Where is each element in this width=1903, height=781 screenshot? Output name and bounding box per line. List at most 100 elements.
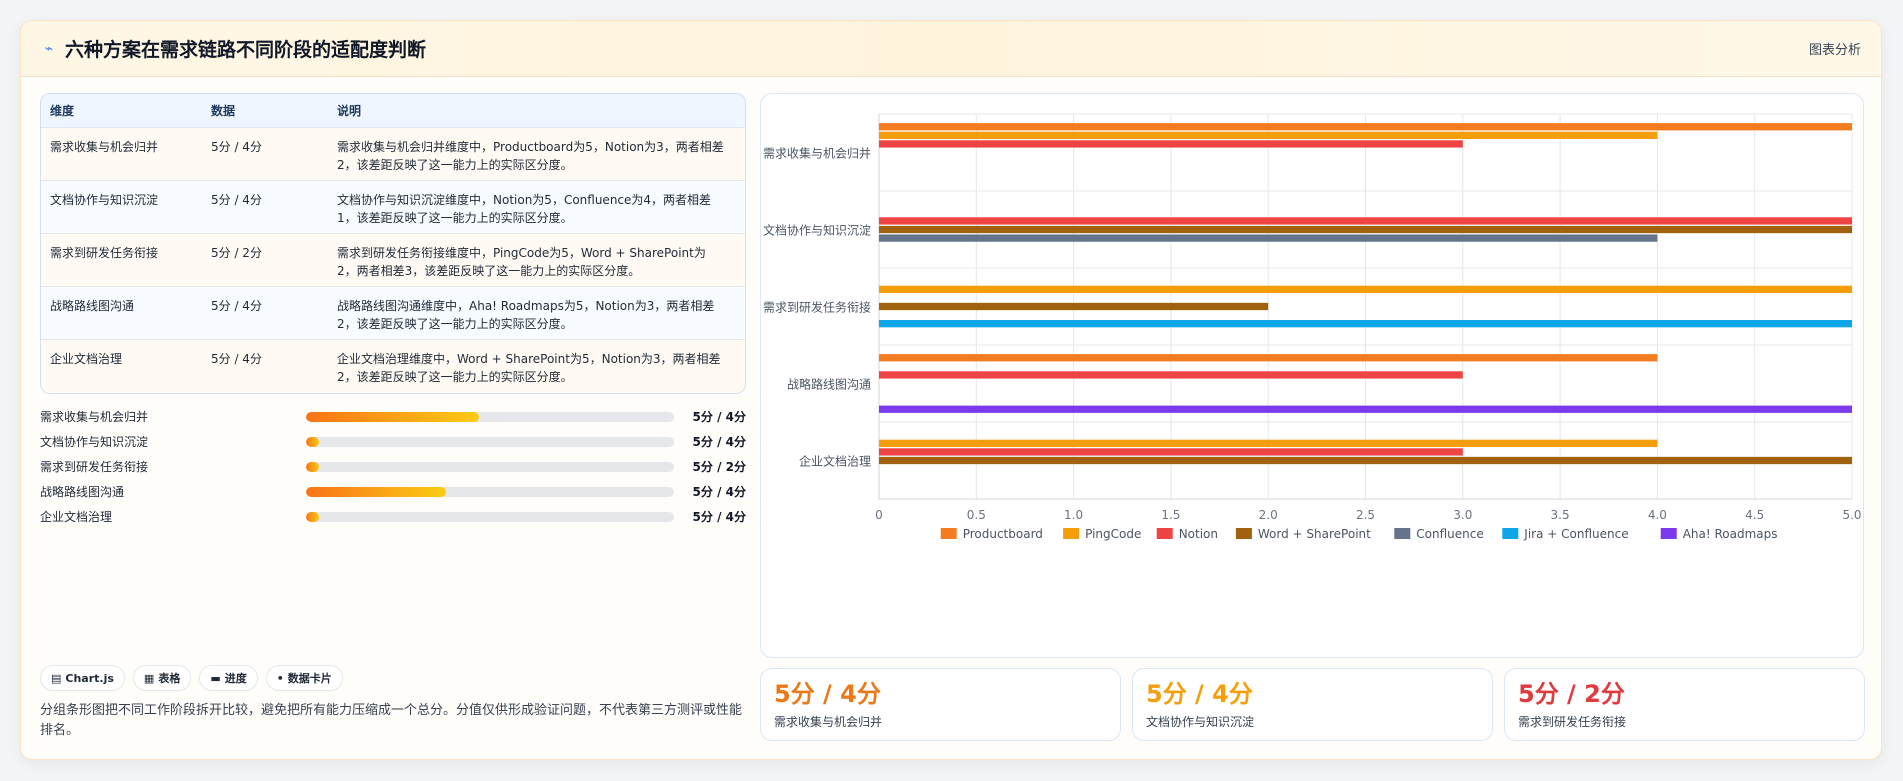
progress-track [306,511,674,522]
row-dimension: 需求收集与机会归并 [50,140,159,154]
progress-fill [306,411,479,422]
bar-chart-svg: 0 0.5 1.0 1.5 2.0 2.5 3.0 3.5 4.0 4.5 5.0 需求收集与机会归并… [763,113,1862,541]
col-description: 说明 [337,103,362,118]
legend-swatch [1235,528,1252,539]
row-data: 5分 / 4分 [211,299,262,313]
progress-list: 需求收集与机会归并 5分 / 4分 文档协作与知识沉淀 5分 / 4分 需求到研发任务衔… [40,404,746,529]
bar [879,217,1852,225]
x-tick-label: 5.0 [1842,508,1861,522]
progress-label: 文档协作与知识沉淀 [40,435,149,449]
progress-track [306,461,674,472]
data-table: 维度 数据 说明 需求收集与机会归并 5分 / 4分 需求收集与机会归并维度中，Pr… [40,93,746,394]
stat-value: 5分 / 4分 [774,680,881,708]
chart-icon: ▤ [51,671,62,685]
bar [879,354,1658,362]
stat-card: 5分 / 4分文档协作与知识沉淀 [1132,668,1493,741]
progress-row: 企业文档治理 5分 / 4分 [40,504,746,529]
bar-chart: 0 0.5 1.0 1.5 2.0 2.5 3.0 3.5 4.0 4.5 5.0 需求收集与机会归并… [760,93,1864,658]
tag-chip[interactable]: ▦ 表格 [132,665,192,691]
chip-label: Chart.js [65,671,114,685]
row-description: 企业文档治理维度中，Word + SharePoint为5，Notion为3，两… [337,352,721,384]
stat-value: 5分 / 4分 [1146,680,1253,708]
progress-value: 5分 / 4分 [692,510,746,524]
bar [879,123,1852,131]
progress-fill [306,511,319,522]
row-dimension: 企业文档治理 [50,352,123,366]
y-tick-label: 文档协作与知识沉淀 [763,223,871,238]
legend-label: Notion [1179,527,1218,541]
bar [879,302,1269,311]
row-dimension: 文档协作与知识沉淀 [50,193,159,207]
tag-chip[interactable]: ▤ Chart.js [40,665,125,691]
x-tick-label: 0.5 [967,508,986,522]
col-data: 数据 [211,104,236,118]
bar [879,285,1852,293]
tag-chip[interactable]: • 数据卡片 [265,665,343,691]
stat-cards: 5分 / 4分 需求收集与机会归并 5分 / 4分 文档协作与知识沉淀 5分 / 2分需… [760,668,1865,741]
stat-card: 5分 / 2分需求到研发任务衔接 [1504,668,1865,741]
row-data: 5分 / 4分 [211,193,262,207]
progress-row: 战略路线图沟通 5分 / 4分 [40,479,746,504]
progress-value: 5分 / 4分 [692,435,746,449]
progress-label: 需求到研发任务衔接 [40,460,149,474]
legend-label: Confluence [1416,527,1483,541]
x-tick-label: 4.5 [1745,508,1764,522]
legend-label: Jira + Confluence [1523,527,1628,541]
legend-swatch [1156,528,1173,539]
progress-fill [306,461,319,472]
row-description: 文档协作与知识沉淀维度中，Notion为5，Confluence为4，两者相差1… [337,193,712,225]
x-tick-label: 2.0 [1259,508,1278,522]
bar [879,140,1463,148]
stat-card: 5分 / 4分需求收集与机会归并 [760,668,1121,741]
x-tick-label: 0 [875,508,883,522]
left-panel: 维度 数据 说明 需求收集与机会归并 5分 / 4分 需求收集与机会归并维度中，Pr… [40,93,746,529]
progress-icon: ▬ [210,671,221,685]
y-tick-label: 需求收集与机会归并 [763,146,871,161]
progress-value: 5分 / 4分 [692,410,746,424]
progress-row: 需求到研发任务衔接 5分 / 2分 [40,454,746,479]
progress-fill [306,486,446,497]
tag-chips: ▤ Chart.js ▦ 表格 ▬ 进度 • 数据卡片 [40,665,343,691]
row-data: 5分 / 4分 [211,140,262,154]
legend-swatch [940,528,957,539]
chart-analysis-link[interactable]: 图表分析 [1809,39,1861,58]
stat-value: 5分 / 2分 [1518,680,1625,708]
card-icon: • [276,671,284,685]
legend-swatch [1660,528,1677,539]
progress-track [306,436,674,447]
progress-row: 文档协作与知识沉淀 5分 / 4分 [40,429,746,454]
sparkle-icon: ⌁ [44,40,54,57]
legend-label: Word + SharePoint [1258,527,1371,541]
stat-label: 需求收集与机会归并 [774,715,883,729]
footnote: 分组条形图把不同工作阶段拆开比较，避免把所有能力压缩成一个总分。分值仅供形成验证… [40,703,743,738]
x-tick-label: 1.0 [1064,508,1083,522]
stat-label: 文档协作与知识沉淀 [1146,715,1255,729]
row-data: 5分 / 2分 [211,246,262,260]
chip-label: 进度 [224,672,247,685]
progress-track [306,411,674,422]
col-dimension: 维度 [50,104,75,118]
table-header: 维度 数据 说明 [41,94,745,128]
row-data: 5分 / 4分 [211,352,262,366]
row-description: 战略路线图沟通维度中，Aha! Roadmaps为5，Notion为3，两者相差… [337,299,715,331]
table-row: 文档协作与知识沉淀 5分 / 4分 文档协作与知识沉淀维度中，Notion为5，Co… [41,181,745,234]
stat-label: 需求到研发任务衔接 [1518,715,1627,729]
bar [879,456,1852,465]
progress-label: 战略路线图沟通 [40,485,125,499]
card-header: ⌁ 六种方案在需求链路不同阶段的适配度判断 图表分析 [21,21,1881,77]
progress-label: 需求收集与机会归并 [40,410,149,424]
chip-label: 数据卡片 [287,672,332,685]
progress-value: 5分 / 4分 [692,485,746,499]
card-title: 六种方案在需求链路不同阶段的适配度判断 [65,39,427,61]
x-tick-label: 3.5 [1551,508,1570,522]
row-dimension: 战略路线图沟通 [50,299,135,313]
bar [879,234,1658,242]
tag-chip[interactable]: ▬ 进度 [199,665,258,691]
bar [879,225,1852,234]
y-tick-label: 企业文档治理 [799,454,871,469]
table-row: 企业文档治理 5分 / 4分 企业文档治理维度中，Word + SharePoint… [41,340,745,393]
legend-label: Productboard [963,527,1043,541]
bar [879,371,1463,379]
legend-swatch [1063,528,1080,539]
table-row: 需求到研发任务衔接 5分 / 2分 需求到研发任务衔接维度中，PingCode为5，… [41,234,745,287]
